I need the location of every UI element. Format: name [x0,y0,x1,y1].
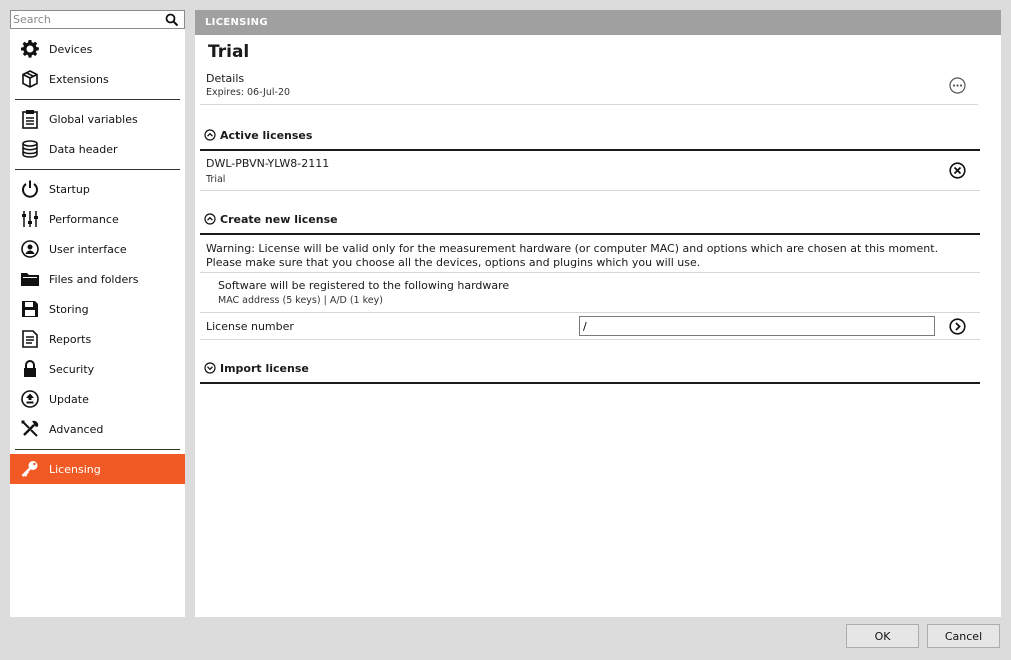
user-circle-icon [20,239,40,259]
sidebar-item-label: Storing [49,302,89,316]
sidebar-item-licensing[interactable]: Licensing [10,454,185,484]
lock-icon [20,359,40,379]
sidebar-item-startup[interactable]: Startup [10,174,185,204]
chevron-down-icon[interactable] [204,362,216,374]
sidebar-item-security[interactable]: Security [10,354,185,384]
license-number-input[interactable] [579,316,935,336]
submit-arrow-icon[interactable] [949,318,966,335]
chevron-up-icon[interactable] [204,213,216,225]
sidebar-item-label: Extensions [49,72,109,86]
sidebar-item-label: Startup [49,182,90,196]
sidebar-item-label: Reports [49,332,92,346]
section-title: Import license [220,361,309,375]
expiry-date: Expires: 06-Jul-20 [206,87,291,98]
sidebar-item-advanced[interactable]: Advanced [10,414,185,444]
sliders-icon [20,209,40,229]
sidebar-item-label: Data header [49,142,118,156]
gear-icon [20,39,40,59]
upload-circle-icon [20,389,40,409]
more-options-icon[interactable] [949,77,966,94]
section-active-licenses[interactable]: Active licenses [200,121,980,151]
sidebar-item-devices[interactable]: Devices [10,34,185,64]
chevron-up-icon[interactable] [204,129,216,141]
license-list-item: DWL-PBVN-YLW8-2111 Trial [200,151,980,191]
cancel-button[interactable]: Cancel [927,624,1000,648]
sidebar-item-label: Files and folders [49,272,139,286]
hardware-detail: MAC address (5 keys) | A/D (1 key) [218,295,383,306]
key-icon [20,459,40,479]
ok-button[interactable]: OK [846,624,919,648]
sidebar-item-label: Performance [49,212,119,226]
warning-text: Warning: License will be valid only for … [200,235,980,273]
license-number-label: License number [206,319,294,333]
section-create-new-license[interactable]: Create new license [200,205,980,235]
section-import-license[interactable]: Import license [200,354,980,384]
divider [10,444,185,454]
search-icon[interactable] [165,13,179,27]
divider [10,164,185,174]
hardware-title: Software will be registered to the follo… [218,279,510,292]
clipboard-icon [20,109,40,129]
cube-icon [20,69,40,89]
licensing-content: Trial Details Expires: 06-Jul-20 Active … [200,35,980,384]
hardware-info: Software will be registered to the follo… [200,273,980,313]
license-key: DWL-PBVN-YLW8-2111 [206,157,330,170]
sidebar-item-performance[interactable]: Performance [10,204,185,234]
page-title: Trial [208,42,250,62]
sidebar: Devices Extensions Global variables Data… [10,10,185,617]
sidebar-item-update[interactable]: Update [10,384,185,414]
sidebar-item-extensions[interactable]: Extensions [10,64,185,94]
sidebar-item-global-variables[interactable]: Global variables [10,104,185,134]
main-panel: LICENSING Trial Details Expires: 06-Jul-… [195,10,1001,617]
sidebar-item-label: Security [49,362,95,376]
sidebar-item-label: Update [49,392,89,406]
license-number-row: License number [200,313,980,340]
sidebar-nav: Devices Extensions Global variables Data… [10,34,185,484]
sidebar-item-user-interface[interactable]: User interface [10,234,185,264]
sidebar-item-data-header[interactable]: Data header [10,134,185,164]
sidebar-item-label: User interface [49,242,127,256]
sidebar-item-label: Devices [49,42,93,56]
section-title: Create new license [220,212,338,226]
panel-header: LICENSING [195,10,1001,35]
power-icon [20,179,40,199]
section-title: Active licenses [220,128,313,142]
sidebar-item-files-and-folders[interactable]: Files and folders [10,264,185,294]
tools-icon [20,419,40,439]
database-icon [20,139,40,159]
search-box[interactable] [10,10,185,29]
sidebar-item-label: Licensing [49,462,101,476]
search-input[interactable] [11,11,161,28]
folder-icon [20,269,40,289]
sidebar-item-label: Advanced [49,422,104,436]
license-type: Trial [206,174,226,185]
floppy-disk-icon [20,299,40,319]
remove-license-icon[interactable] [949,162,966,179]
details-label: Details [206,72,245,85]
report-icon [20,329,40,349]
sidebar-item-reports[interactable]: Reports [10,324,185,354]
sidebar-item-storing[interactable]: Storing [10,294,185,324]
sidebar-item-label: Global variables [49,112,138,126]
divider [10,94,185,104]
details-row: Details Expires: 06-Jul-20 [200,69,978,105]
